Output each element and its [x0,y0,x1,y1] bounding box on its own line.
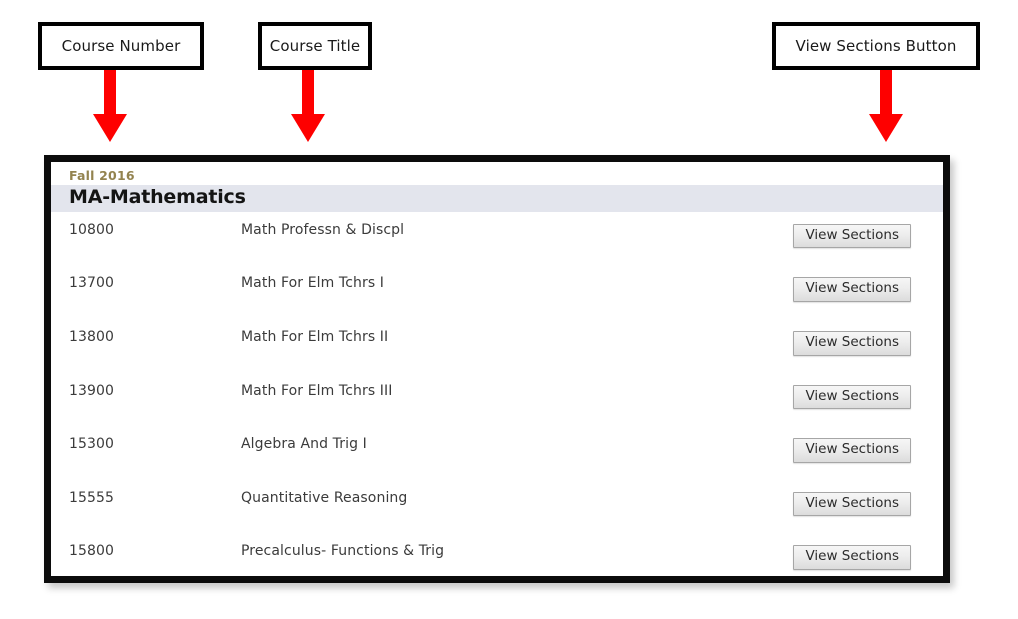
annotation-box-course-title: Course Title [258,22,372,70]
arrow-head [869,114,903,142]
table-row: 13700 Math For Elm Tchrs I View Sections [51,265,943,319]
annotation-label-view-sections-button: View Sections Button [795,36,957,55]
arrow-shaft [880,70,892,116]
course-title: Quantitative Reasoning [241,489,408,506]
view-sections-button[interactable]: View Sections [793,277,911,302]
table-row: 10800 Math Professn & Discpl View Sectio… [51,212,943,266]
course-number: 13800 [69,329,115,346]
table-row: 13900 Math For Elm Tchrs III View Sectio… [51,373,943,427]
arrow-shaft [104,70,116,116]
annotation-label-course-number: Course Number [61,36,181,55]
arrow-shaft [302,70,314,116]
term-label: Fall 2016 [69,168,135,183]
table-row: 15555 Quantitative Reasoning View Sectio… [51,480,943,534]
course-title: Algebra And Trig I [241,436,367,453]
department-header: MA-Mathematics [51,185,943,212]
course-title: Precalculus- Functions & Trig [241,543,445,560]
table-row: 15800 Precalculus- Functions & Trig View… [51,533,943,576]
course-number: 10800 [69,221,115,238]
course-title: Math For Elm Tchrs II [241,329,389,346]
view-sections-button[interactable]: View Sections [793,223,911,249]
view-sections-button[interactable]: View Sections [793,491,911,517]
course-catalog-panel-inner: Fall 2016 MA-Mathematics 10800 Math Prof… [51,162,943,576]
course-list: 10800 Math Professn & Discpl View Sectio… [51,212,943,576]
course-title: Math For Elm Tchrs I [241,275,384,292]
arrow-head [291,114,325,142]
view-sections-button[interactable]: View Sections [793,438,911,463]
annotation-label-course-title: Course Title [269,36,361,55]
table-row: 13800 Math For Elm Tchrs II View Section… [51,319,943,373]
course-number: 15800 [69,543,115,560]
arrow-down-icon-course-title [288,70,328,142]
course-title: Math Professn & Discpl [241,221,405,238]
course-number: 15300 [69,436,115,453]
annotation-box-course-number: Course Number [38,22,204,70]
course-number: 15555 [69,489,115,506]
arrow-down-icon-course-number [90,70,130,142]
course-number: 13700 [69,275,115,292]
annotation-box-view-sections-button: View Sections Button [772,22,980,70]
course-catalog-panel: Fall 2016 MA-Mathematics 10800 Math Prof… [44,155,950,583]
arrow-down-icon-view-sections-button [866,70,906,142]
view-sections-button[interactable]: View Sections [793,384,911,410]
view-sections-button[interactable]: View Sections [793,331,911,356]
course-number: 13900 [69,382,115,399]
course-title: Math For Elm Tchrs III [241,382,393,399]
view-sections-button[interactable]: View Sections [793,545,911,570]
arrow-head [93,114,127,142]
table-row: 15300 Algebra And Trig I View Sections [51,426,943,480]
